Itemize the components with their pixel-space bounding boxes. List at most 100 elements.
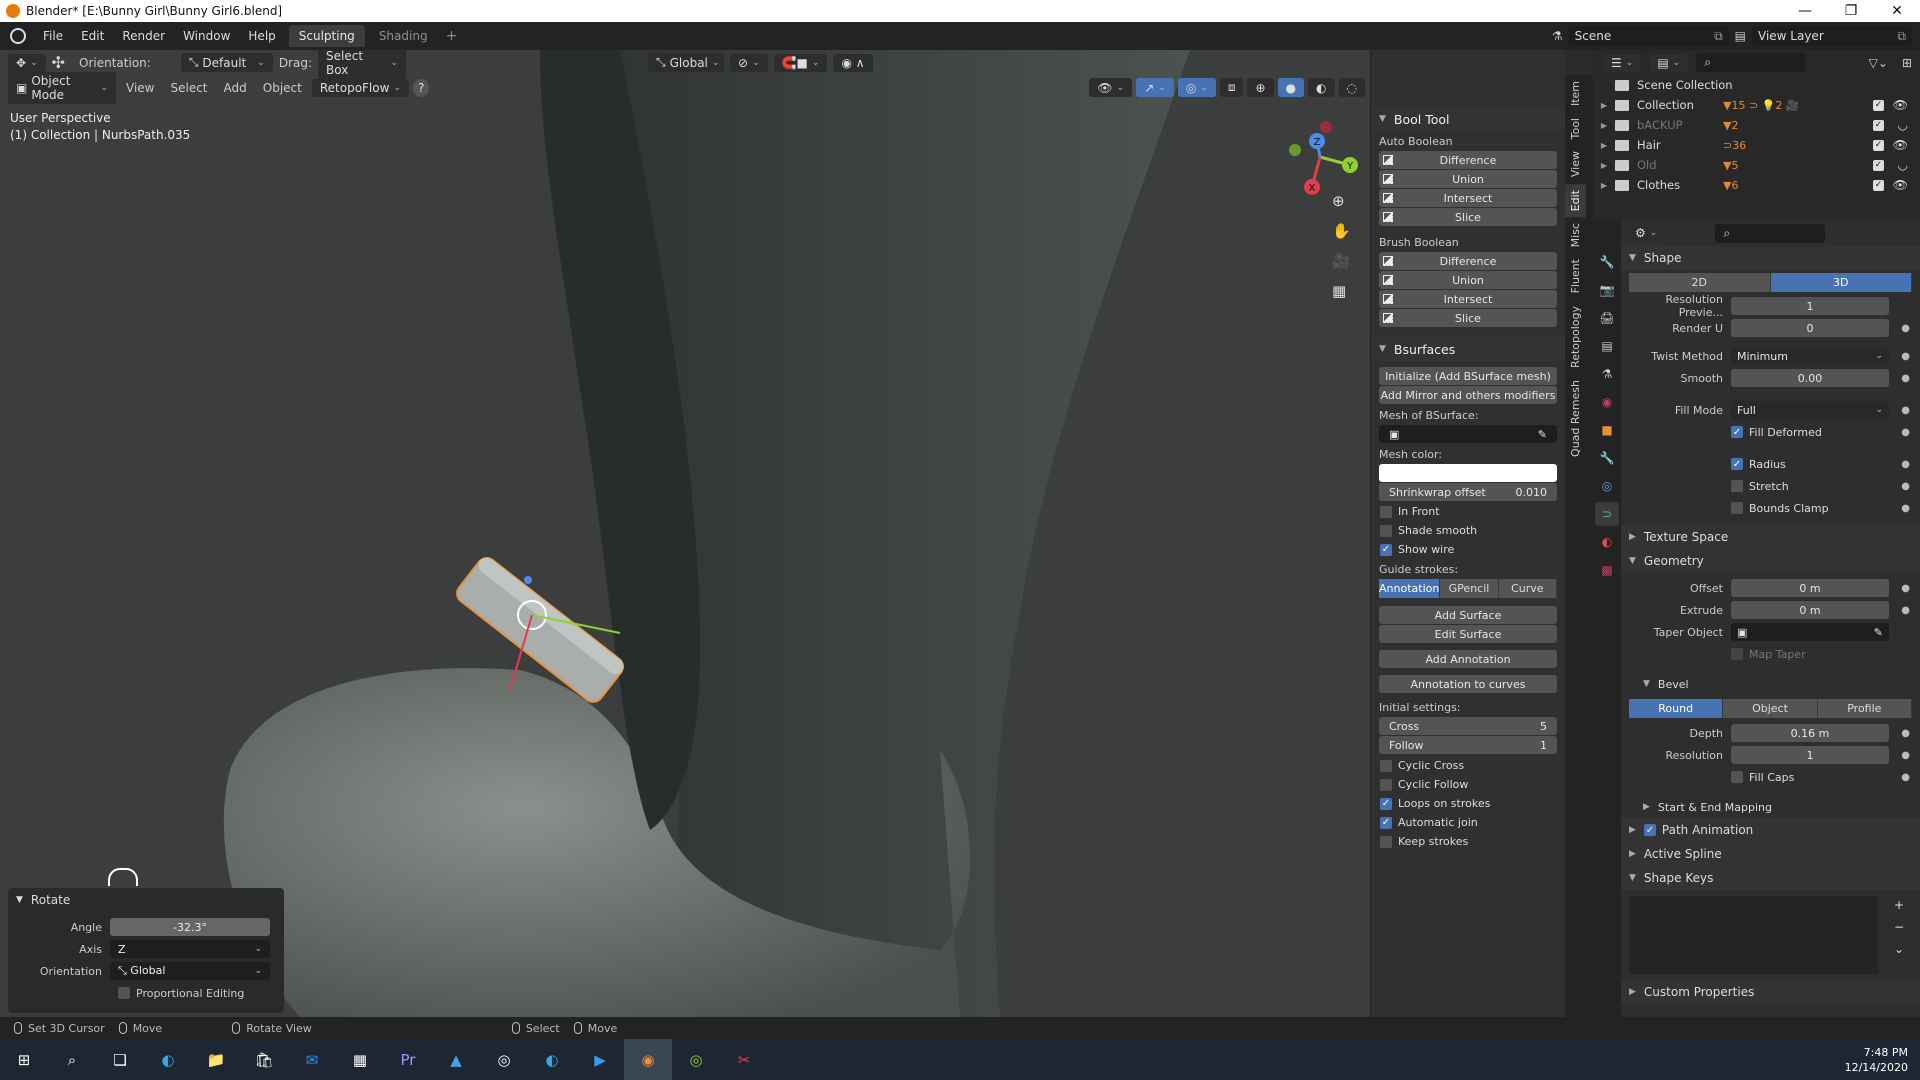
fill-caps-checkbox[interactable] bbox=[1731, 771, 1743, 783]
taskbar-obs-icon[interactable]: ◎ bbox=[480, 1039, 528, 1080]
texture-tab-icon[interactable]: ▩ bbox=[1595, 558, 1619, 582]
sidebar-tab[interactable]: Retopology bbox=[1565, 300, 1586, 374]
menu-render[interactable]: Render bbox=[113, 29, 174, 43]
minimize-button[interactable]: — bbox=[1782, 3, 1828, 19]
checkbox[interactable] bbox=[1380, 759, 1392, 772]
bool-tool-header[interactable]: ▼ Bool Tool bbox=[1371, 107, 1565, 131]
eye-icon[interactable]: 👁 bbox=[1893, 98, 1908, 112]
filter-view-dropdown[interactable]: ▤ ⌄ bbox=[1649, 53, 1689, 72]
workspace-tab-sculpting[interactable]: Sculpting bbox=[288, 25, 365, 47]
gizmo-z-handle[interactable] bbox=[524, 576, 532, 584]
snap-toggle[interactable]: 🧲■ ⌄ bbox=[773, 53, 828, 72]
eye-closed-icon[interactable]: ◡ bbox=[1898, 158, 1908, 172]
tool-icon[interactable]: ✥ ⌄ bbox=[8, 53, 46, 72]
checkbox-row[interactable]: Cyclic Follow bbox=[1371, 775, 1565, 794]
bevel-mode-option[interactable]: Object bbox=[1723, 699, 1818, 718]
orientation-dropdown[interactable]: ⤡ Default ⌄ bbox=[180, 53, 273, 72]
brush-difference-button[interactable]: Difference bbox=[1379, 252, 1557, 270]
menu-help[interactable]: Help bbox=[239, 29, 284, 43]
material-tab-icon[interactable]: ◐ bbox=[1595, 530, 1619, 554]
pivot-point-dropdown[interactable]: ⊘ ⌄ bbox=[730, 53, 768, 72]
tool-tab-icon[interactable]: 🔧 bbox=[1595, 250, 1619, 274]
shape-keys-list[interactable] bbox=[1629, 896, 1878, 974]
keyframe-dot[interactable]: ● bbox=[1901, 503, 1910, 514]
resolution-field[interactable]: 1 bbox=[1731, 746, 1889, 764]
add-shape-key-button[interactable]: + bbox=[1885, 896, 1912, 914]
annotation-to-curves-button[interactable]: Annotation to curves bbox=[1379, 675, 1557, 693]
stretch-checkbox[interactable] bbox=[1731, 480, 1743, 492]
checkbox-row[interactable]: Cyclic Cross bbox=[1371, 756, 1565, 775]
fill-deformed-checkbox[interactable]: ✓ bbox=[1731, 426, 1743, 438]
keyframe-dot[interactable]: ● bbox=[1901, 351, 1910, 362]
exclude-checkbox[interactable]: ✓ bbox=[1873, 99, 1884, 111]
exclude-checkbox[interactable]: ✓ bbox=[1873, 139, 1884, 151]
sidebar-tab[interactable]: View bbox=[1565, 145, 1586, 183]
taskbar-blender-icon[interactable]: ◉ bbox=[624, 1039, 672, 1080]
taper-object-field[interactable]: ▣ ✎ bbox=[1731, 623, 1889, 641]
render-u-field[interactable]: 0 bbox=[1731, 319, 1889, 337]
material-shading[interactable]: ◐ bbox=[1308, 78, 1335, 97]
exclude-checkbox[interactable]: ✓ bbox=[1873, 119, 1884, 131]
edit-surface-button[interactable]: Edit Surface bbox=[1379, 625, 1557, 643]
system-clock[interactable]: 7:48 PM 12/14/2020 bbox=[1845, 1045, 1908, 1075]
blender-menu-icon[interactable] bbox=[10, 28, 26, 44]
taskbar-app-green-icon[interactable]: ◎ bbox=[672, 1039, 720, 1080]
keyframe-dot[interactable]: ● bbox=[1901, 583, 1910, 594]
keyframe-dot[interactable]: ● bbox=[1901, 323, 1910, 334]
active-spline-panel-header[interactable]: ▶ Active Spline bbox=[1621, 842, 1920, 866]
menu-file[interactable]: File bbox=[34, 29, 72, 43]
gizmo-toggle[interactable]: ↗ ⌄ bbox=[1136, 78, 1174, 97]
checkbox[interactable] bbox=[1380, 505, 1392, 518]
pan-hand-icon[interactable]: ✋ bbox=[1332, 222, 1351, 240]
taskbar-file-explorer-icon[interactable]: 📁 bbox=[192, 1039, 240, 1080]
menu-add[interactable]: Add bbox=[218, 81, 253, 95]
taskbar-start-icon[interactable]: ⊞ bbox=[0, 1039, 48, 1080]
transform-orientation-dropdown[interactable]: ⤡ Global ⌄ bbox=[648, 53, 724, 72]
shape-key-menu-button[interactable]: ⌄ bbox=[1885, 940, 1912, 958]
add-mirror-button[interactable]: Add Mirror and others modifiers bbox=[1379, 386, 1557, 404]
bevel-mode-option[interactable]: Profile bbox=[1817, 699, 1912, 718]
keyframe-dot[interactable]: ● bbox=[1901, 373, 1910, 384]
scene-icon[interactable]: ⚗ bbox=[1552, 29, 1563, 43]
expand-icon[interactable]: ▶ bbox=[1593, 121, 1615, 130]
outliner-search-input[interactable]: ⌕ bbox=[1696, 53, 1807, 72]
checkbox[interactable]: ✓ bbox=[1380, 816, 1392, 829]
keyframe-dot[interactable]: ● bbox=[1901, 405, 1910, 416]
keyframe-dot[interactable]: ● bbox=[1901, 605, 1910, 616]
depth-field[interactable]: 0.16 m bbox=[1731, 724, 1889, 742]
start-end-mapping-title[interactable]: Start & End Mapping bbox=[1658, 801, 1772, 814]
expand-icon[interactable]: ▶ bbox=[1593, 141, 1615, 150]
menu-view[interactable]: View bbox=[120, 81, 160, 95]
output-tab-icon[interactable]: 🖨 bbox=[1595, 306, 1619, 330]
transform-icon[interactable]: ✣ bbox=[52, 53, 65, 72]
3d-viewport[interactable]: ✥ ⌄ ✣ Orientation: ⤡ Default ⌄ Drag: Select… bbox=[0, 50, 1565, 1017]
object-tab-icon[interactable]: ■ bbox=[1595, 418, 1619, 442]
outliner-row[interactable]: ▶ Collection ▼15 ⊃ 💡2 🎥 ✓ 👁 bbox=[1593, 95, 1920, 115]
outliner-row[interactable]: ▶ Old ▼5 ✓ ◡ bbox=[1593, 155, 1920, 175]
keyframe-dot[interactable]: ● bbox=[1901, 772, 1910, 783]
scene-selector[interactable]: Scene ⧉ bbox=[1568, 26, 1729, 46]
shrinkwrap-offset-field[interactable]: Shrinkwrap offset 0.010 bbox=[1379, 483, 1557, 501]
add-surface-button[interactable]: Add Surface bbox=[1379, 606, 1557, 624]
checkbox-row[interactable]: ✓ Automatic join bbox=[1371, 813, 1565, 832]
scene-collection-row[interactable]: Scene Collection bbox=[1593, 75, 1920, 95]
bevel-mode-option[interactable]: Round bbox=[1629, 699, 1724, 718]
eye-closed-icon[interactable]: ◡ bbox=[1898, 118, 1908, 132]
keyframe-dot[interactable]: ● bbox=[1901, 481, 1910, 492]
checkbox-row[interactable]: ✓ Show wire bbox=[1371, 540, 1565, 559]
view-layer-tab-icon[interactable]: ▤ bbox=[1595, 334, 1619, 358]
zoom-icon[interactable]: ⊕ bbox=[1332, 192, 1351, 210]
dimension-option[interactable]: 2D bbox=[1629, 273, 1771, 292]
checkbox-row[interactable]: Shade smooth bbox=[1371, 521, 1565, 540]
auto-slice-button[interactable]: Slice bbox=[1379, 208, 1557, 226]
expand-icon[interactable]: ▶ bbox=[1593, 101, 1615, 110]
display-mode-dropdown[interactable]: ☰ ⌄ bbox=[1603, 53, 1642, 72]
copy-icon[interactable]: ⧉ bbox=[1714, 29, 1723, 44]
properties-search-input[interactable]: ⌕ bbox=[1715, 223, 1826, 243]
taskbar-photos-icon[interactable]: ▲ bbox=[432, 1039, 480, 1080]
taskbar-store-icon[interactable]: 🛍 bbox=[240, 1039, 288, 1080]
expand-icon[interactable]: ▶ bbox=[1643, 802, 1650, 812]
close-button[interactable]: ✕ bbox=[1874, 3, 1920, 19]
offset-field[interactable]: 0 m bbox=[1731, 579, 1889, 597]
checkbox[interactable] bbox=[1380, 835, 1392, 848]
